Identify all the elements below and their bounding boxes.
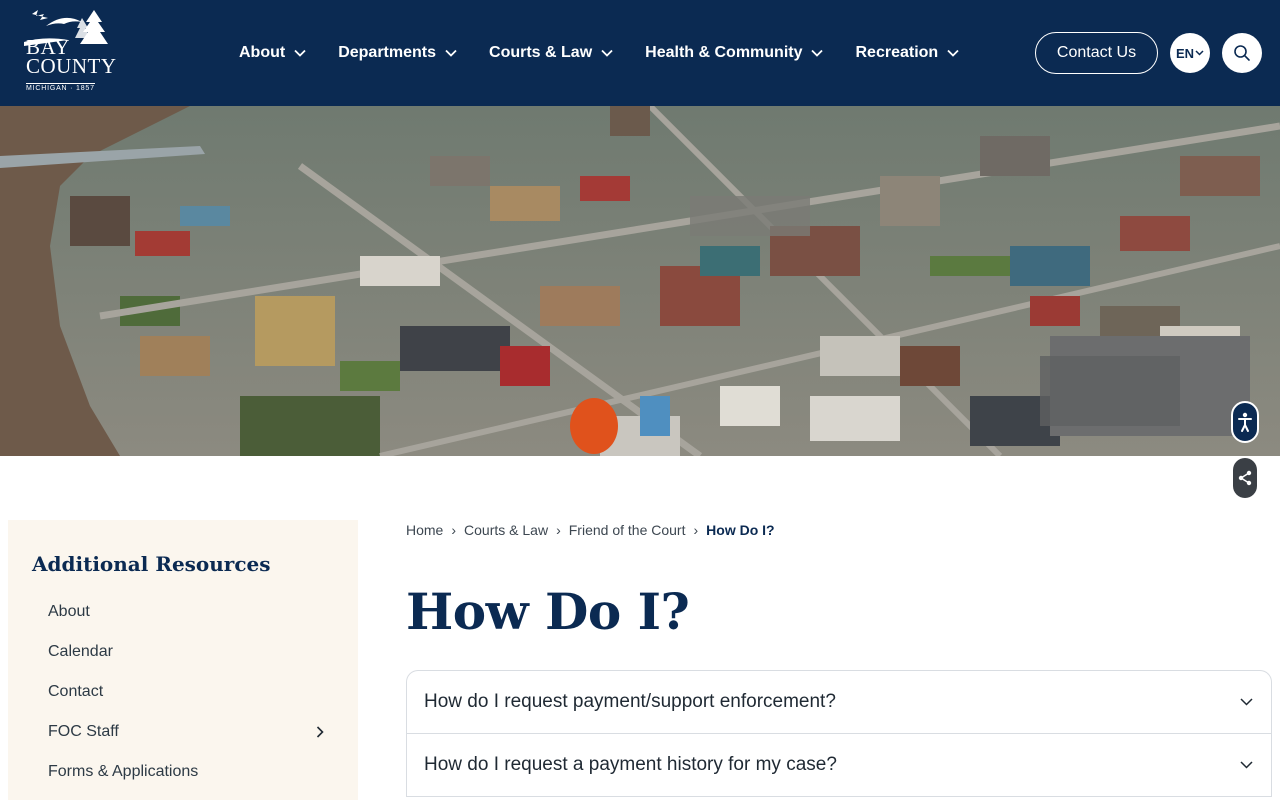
sidebar-item-label: About	[48, 603, 90, 620]
chevron-down-icon	[1195, 50, 1204, 56]
bay-county-logo[interactable]: BAY COUNTY MICHIGAN · 1857	[24, 8, 116, 94]
sidebar-item-label: Forms & Applications	[48, 763, 199, 780]
chevron-right-icon[interactable]	[316, 726, 324, 738]
main-nav: About Departments Courts & Law Health & …	[239, 40, 991, 66]
chevron-down-icon	[445, 49, 457, 57]
logo-wordmark: BAY COUNTY	[26, 37, 117, 78]
additional-resources-sidebar: Additional Resources About Calendar Cont…	[8, 520, 358, 800]
chevron-down-icon	[294, 49, 306, 57]
sidebar-item-foc-staff[interactable]: FOC Staff	[48, 717, 338, 747]
logo-line-2: COUNTY	[26, 53, 117, 78]
chevron-down-icon	[1240, 698, 1253, 706]
sidebar-item-label: Calendar	[48, 643, 113, 660]
sidebar-item-label: Contact	[48, 683, 104, 700]
nav-courts-law[interactable]: Courts & Law	[489, 44, 613, 62]
chevron-down-icon	[947, 49, 959, 57]
search-button[interactable]	[1222, 33, 1262, 73]
nav-recreation[interactable]: Recreation	[855, 44, 959, 62]
breadcrumb-separator-icon: ›	[693, 522, 699, 538]
aerial-city-photo-icon	[0, 106, 1280, 456]
accessibility-button[interactable]	[1231, 401, 1259, 443]
sidebar-item-calendar[interactable]: Calendar	[48, 637, 338, 667]
site-header: BAY COUNTY MICHIGAN · 1857 About Departm…	[0, 0, 1280, 106]
sidebar-item-forms-applications[interactable]: Forms & Applications	[48, 757, 338, 787]
search-icon	[1234, 45, 1250, 61]
nav-health-community[interactable]: Health & Community	[645, 44, 824, 62]
nav-about[interactable]: About	[239, 44, 306, 62]
breadcrumb-current: How Do I?	[706, 522, 775, 538]
faq-item-payment-history[interactable]: How do I request a payment history for m…	[407, 734, 1271, 797]
sidebar-item-label: FOC Staff	[48, 723, 119, 740]
sidebar-title: Additional Resources	[32, 552, 271, 576]
hero-aerial-image	[0, 106, 1280, 456]
sidebar-item-contact[interactable]: Contact	[48, 677, 338, 707]
nav-label: Recreation	[855, 44, 939, 61]
nav-departments[interactable]: Departments	[338, 44, 457, 62]
nav-label: About	[239, 44, 286, 61]
share-button[interactable]	[1233, 458, 1257, 498]
nav-label: Courts & Law	[489, 44, 593, 61]
breadcrumb-courts-law[interactable]: Courts & Law	[464, 522, 548, 538]
faq-question: How do I request payment/support enforce…	[424, 691, 836, 712]
language-label: EN	[1175, 45, 1195, 61]
language-selector[interactable]: EN	[1170, 33, 1210, 73]
breadcrumb: Home › Courts & Law › Friend of the Cour…	[406, 520, 775, 540]
chevron-down-icon	[601, 49, 613, 57]
chevron-down-icon	[1240, 761, 1253, 769]
faq-accordion: How do I request payment/support enforce…	[406, 670, 1272, 797]
breadcrumb-home[interactable]: Home	[406, 522, 443, 538]
sidebar-item-about[interactable]: About	[48, 597, 338, 627]
breadcrumb-friend-of-the-court[interactable]: Friend of the Court	[569, 522, 686, 538]
accessibility-icon	[1238, 412, 1252, 432]
chevron-down-icon	[811, 49, 824, 57]
nav-label: Health & Community	[645, 44, 803, 61]
faq-question: How do I request a payment history for m…	[424, 754, 837, 775]
nav-label: Departments	[338, 44, 437, 61]
logo-tagline: MICHIGAN · 1857	[26, 83, 95, 92]
share-icon	[1238, 470, 1252, 486]
page-title: How Do I?	[406, 582, 690, 641]
faq-item-payment-enforcement[interactable]: How do I request payment/support enforce…	[407, 671, 1271, 734]
breadcrumb-separator-icon: ›	[451, 522, 457, 538]
contact-us-button[interactable]: Contact Us	[1035, 32, 1158, 74]
breadcrumb-separator-icon: ›	[556, 522, 561, 538]
